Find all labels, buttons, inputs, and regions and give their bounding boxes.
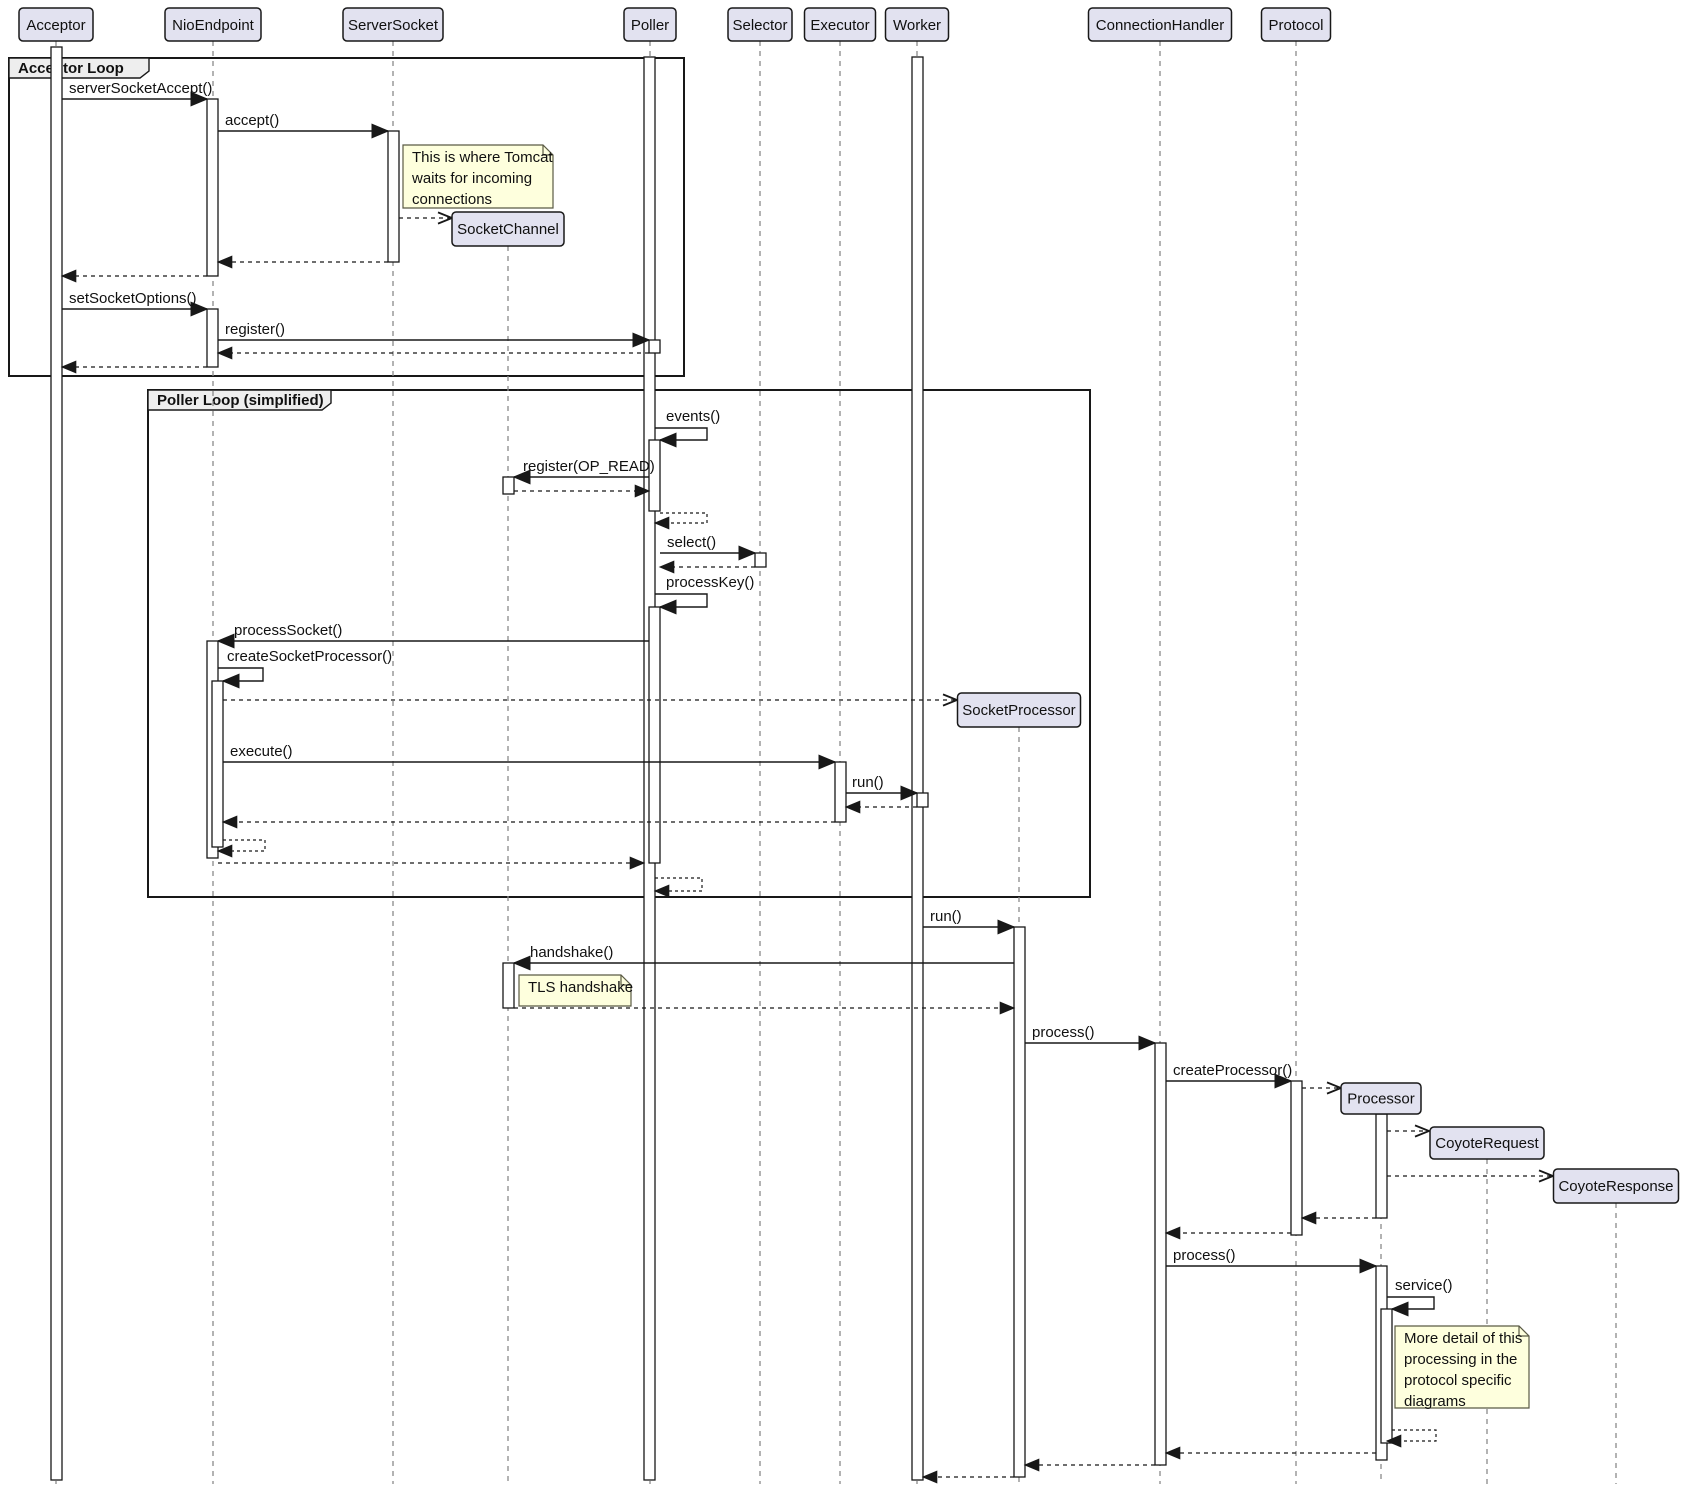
activation-bar (1014, 927, 1025, 1477)
activation-bar (1381, 1309, 1392, 1443)
participant-name: Worker (893, 17, 941, 34)
participant-name: CoyoteRequest (1435, 1135, 1539, 1152)
note-text-line: TLS handshake (528, 979, 633, 996)
activation-bar (388, 131, 399, 262)
sequence-diagram: Acceptor Loop Poller Loop (simplified) ser… (0, 0, 1682, 1495)
participant-name: ConnectionHandler (1096, 17, 1224, 34)
participant-name: SocketChannel (457, 221, 559, 238)
message-label: events() (666, 408, 720, 425)
message-label: run() (930, 908, 962, 925)
activation-bar (835, 762, 846, 822)
note-text-line: connections (412, 191, 492, 208)
activation-bar (503, 477, 514, 494)
activation-bar (503, 963, 514, 1008)
message-label: select() (667, 534, 716, 551)
participant-name: Acceptor (26, 17, 85, 34)
participant-name: NioEndpoint (172, 17, 255, 34)
message-label: createProcessor() (1173, 1062, 1292, 1079)
message-label: service() (1395, 1277, 1453, 1294)
note-text-line: waits for incoming (411, 170, 532, 187)
participant-name: Poller (631, 17, 669, 34)
note-text-line: diagrams (1404, 1393, 1466, 1410)
frame-title: Acceptor Loop (18, 60, 124, 77)
message-label: accept() (225, 112, 279, 129)
note-text-line: This is where Tomcat (412, 149, 553, 166)
message-label: register() (225, 321, 285, 338)
message-label: process() (1032, 1024, 1095, 1041)
activation-bar (917, 793, 928, 807)
participant-name: SocketProcessor (962, 702, 1075, 719)
message-label: process() (1173, 1247, 1236, 1264)
note-text-line: More detail of this (1404, 1330, 1522, 1347)
message-label: register(OP_READ) (523, 458, 655, 475)
activation-bar (755, 553, 766, 567)
participant-name: ServerSocket (348, 17, 439, 34)
activation-bar (207, 309, 218, 367)
message-label: setSocketOptions() (69, 290, 197, 307)
participant-name: CoyoteResponse (1558, 1178, 1673, 1195)
message-label: run() (852, 774, 884, 791)
sequence-diagram-page: Acceptor Loop Poller Loop (simplified) ser… (0, 0, 1682, 1495)
activation-bar (212, 681, 223, 847)
note-text-line: processing in the (1404, 1351, 1517, 1368)
participant-name: Protocol (1268, 17, 1323, 34)
activation-bar (649, 340, 660, 353)
message-label: handshake() (530, 944, 613, 961)
participant-name: Executor (810, 17, 869, 34)
activation-bar (649, 440, 660, 511)
activation-bar (649, 607, 660, 863)
message-label: processSocket() (234, 622, 342, 639)
note-text-line: protocol specific (1404, 1372, 1512, 1389)
activation-bar (1155, 1043, 1166, 1465)
participant-name: Processor (1347, 1091, 1415, 1108)
message-label: createSocketProcessor() (227, 648, 392, 665)
activation-bar (1376, 1114, 1387, 1218)
participant-name: Selector (732, 17, 787, 34)
message-label: execute() (230, 743, 293, 760)
activation-bar (912, 57, 923, 1480)
frame-title: Poller Loop (simplified) (157, 392, 324, 409)
message-label: serverSocketAccept() (69, 80, 212, 97)
activation-bar (1291, 1081, 1302, 1235)
message-label: processKey() (666, 574, 754, 591)
activation-bar (207, 99, 218, 276)
activation-bar (51, 47, 62, 1480)
